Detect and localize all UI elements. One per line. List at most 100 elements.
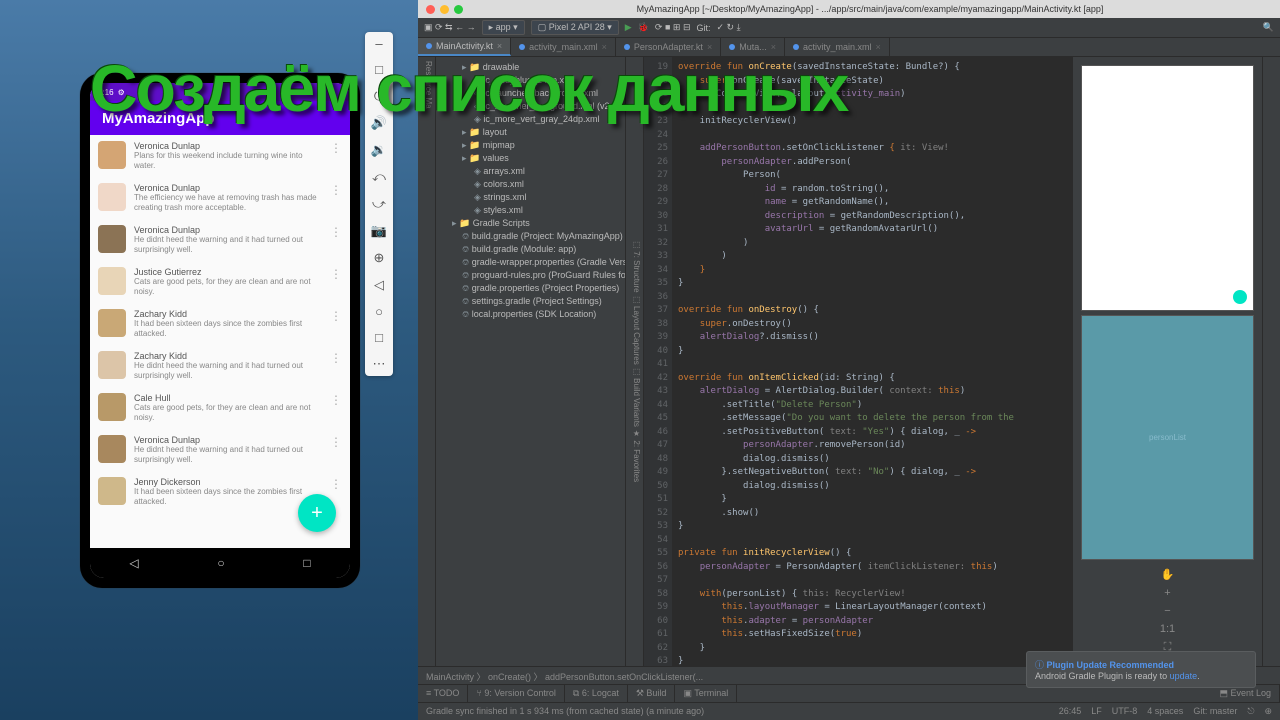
- notification-balloon[interactable]: ⓘ Plugin Update Recommended Android Grad…: [1026, 651, 1256, 688]
- debug-icon[interactable]: 🐞: [638, 22, 649, 33]
- status-cell[interactable]: Git: master: [1193, 706, 1237, 717]
- camera-icon[interactable]: 📷: [371, 223, 387, 239]
- close-window-icon[interactable]: [426, 5, 435, 14]
- avatar: [98, 141, 126, 169]
- volume-down-icon[interactable]: 🔉: [371, 142, 387, 158]
- contact-name: Veronica Dunlap: [134, 435, 322, 445]
- more-icon[interactable]: ⋯: [373, 356, 386, 372]
- contact-list[interactable]: Veronica DunlapPlans for this weekend in…: [90, 135, 350, 548]
- left-tool-stripe[interactable]: Resource Ma: [418, 57, 436, 666]
- tree-item[interactable]: ▸ 📁 mipmap: [438, 139, 623, 152]
- module-selector[interactable]: ▸ app ▾: [482, 20, 525, 35]
- device-selector[interactable]: ▢ Pixel 2 API 28 ▾: [531, 20, 619, 35]
- more-vert-icon[interactable]: ⋮: [330, 309, 342, 339]
- bottom-tab[interactable]: ≡ TODO: [418, 685, 468, 702]
- folder-icon: ▸ 📁: [462, 127, 480, 137]
- structure-stripe[interactable]: ⬚ 7: Structure ⬚ Layout Captures ⬚ Build…: [626, 57, 644, 666]
- bottom-tab[interactable]: ⚒ Build: [628, 685, 676, 702]
- tree-item[interactable]: ▸ 📁 Gradle Scripts: [438, 217, 623, 230]
- xml-icon: ◈: [474, 192, 481, 202]
- rotate-right-icon[interactable]: ⤻: [372, 196, 386, 212]
- status-cell[interactable]: 26:45: [1059, 706, 1082, 717]
- tree-item[interactable]: ⎊ settings.gradle (Project Settings): [438, 295, 623, 308]
- home-icon[interactable]: ○: [375, 304, 383, 319]
- more-vert-icon[interactable]: ⋮: [330, 267, 342, 297]
- rotate-left-icon[interactable]: ⤺: [372, 169, 386, 185]
- tree-item[interactable]: ⎊ build.gradle (Module: app): [438, 243, 623, 256]
- tree-item[interactable]: ⎊ proguard-rules.pro (ProGuard Rules for: [438, 269, 623, 282]
- window-titlebar[interactable]: MyAmazingApp [~/Desktop/MyAmazingApp] - …: [418, 0, 1280, 18]
- xml-icon: ◈: [474, 166, 481, 176]
- maximize-window-icon[interactable]: [454, 5, 463, 14]
- back-icon[interactable]: ◁: [374, 277, 384, 293]
- gradle-icon: ⎊: [462, 257, 469, 267]
- more-vert-icon[interactable]: ⋮: [330, 393, 342, 423]
- tree-item[interactable]: ⎊ gradle-wrapper.properties (Gradle Vers: [438, 256, 623, 269]
- more-vert-icon[interactable]: ⋮: [330, 351, 342, 381]
- bottom-tab[interactable]: ▣ Terminal: [675, 685, 737, 702]
- list-item[interactable]: Cale HullCats are good pets, for they ar…: [90, 387, 350, 429]
- notif-body: Android Gradle Plugin is ready to: [1035, 671, 1167, 681]
- tree-item[interactable]: ▸ 📁 layout: [438, 126, 623, 139]
- file-icon: [426, 43, 432, 49]
- status-cell[interactable]: LF: [1091, 706, 1102, 717]
- back-icon[interactable]: ◁: [129, 556, 138, 570]
- status-cell[interactable]: 4 spaces: [1147, 706, 1183, 717]
- list-item[interactable]: Veronica DunlapThe efficiency we have at…: [90, 177, 350, 219]
- more-vert-icon[interactable]: ⋮: [330, 141, 342, 171]
- code-content[interactable]: override fun onCreate(savedInstanceState…: [672, 57, 1072, 666]
- layout-preview[interactable]: personList ✋+−1:1⛶: [1072, 57, 1262, 666]
- home-icon[interactable]: ○: [217, 556, 224, 570]
- tree-item[interactable]: ◈ arrays.xml: [438, 165, 623, 178]
- notif-link[interactable]: update: [1170, 671, 1198, 681]
- project-tree[interactable]: ▸ 📁 drawable◈ ic_add_blue_24dp.xml◈ ic_l…: [436, 57, 626, 666]
- list-item[interactable]: Veronica DunlapHe didnt heed the warning…: [90, 429, 350, 471]
- list-item[interactable]: Zachary KiddIt had been sixteen days sin…: [90, 303, 350, 345]
- tree-item[interactable]: ◈ strings.xml: [438, 191, 623, 204]
- bottom-tab[interactable]: ⑂ 9: Version Control: [468, 685, 564, 702]
- status-cell[interactable]: ⎋: [1247, 706, 1254, 717]
- more-vert-icon[interactable]: ⋮: [330, 225, 342, 255]
- zoom-icon[interactable]: ⊕: [374, 250, 385, 266]
- avatar: [98, 309, 126, 337]
- tree-item[interactable]: ▸ 📁 values: [438, 152, 623, 165]
- contact-description: It had been sixteen days since the zombi…: [134, 487, 322, 507]
- status-cell[interactable]: UTF-8: [1112, 706, 1138, 717]
- avatar: [98, 225, 126, 253]
- preview-controls[interactable]: ✋+−1:1⛶: [1081, 564, 1254, 658]
- notif-title: Plugin Update Recommended: [1047, 660, 1175, 670]
- list-item[interactable]: Justice GutierrezCats are good pets, for…: [90, 261, 350, 303]
- contact-name: Zachary Kidd: [134, 309, 322, 319]
- ide-toolbar[interactable]: ▣ ⟳ ⇆ ← → ▸ app ▾ ▢ Pixel 2 API 28 ▾ ▶ 🐞…: [418, 18, 1280, 38]
- list-item[interactable]: Zachary KiddHe didnt heed the warning an…: [90, 345, 350, 387]
- folder-icon: ▸ 📁: [462, 140, 480, 150]
- minimize-window-icon[interactable]: [440, 5, 449, 14]
- status-cell[interactable]: ⊕: [1264, 706, 1272, 717]
- bottom-tab[interactable]: ⧉ 6: Logcat: [565, 685, 628, 702]
- preview-blueprint[interactable]: personList: [1081, 315, 1254, 561]
- tree-item[interactable]: ⎊ gradle.properties (Project Properties): [438, 282, 623, 295]
- git-icons[interactable]: ✓ ↻ ⤓: [717, 22, 741, 33]
- right-tool-stripe[interactable]: [1262, 57, 1280, 666]
- list-item[interactable]: Veronica DunlapHe didnt heed the warning…: [90, 219, 350, 261]
- tree-item[interactable]: ◈ styles.xml: [438, 204, 623, 217]
- list-item[interactable]: Veronica DunlapPlans for this weekend in…: [90, 135, 350, 177]
- recent-icon[interactable]: □: [303, 556, 310, 570]
- gradle-icon: ⎊: [462, 231, 469, 241]
- tree-item[interactable]: ◈ colors.xml: [438, 178, 623, 191]
- gradle-icon: ⎊: [462, 309, 469, 319]
- more-vert-icon[interactable]: ⋮: [330, 435, 342, 465]
- overview-icon[interactable]: □: [375, 330, 383, 345]
- more-vert-icon[interactable]: ⋮: [330, 183, 342, 213]
- minimize-icon[interactable]: –: [375, 36, 382, 51]
- add-fab[interactable]: +: [298, 494, 336, 532]
- toolbar-icons[interactable]: ▣ ⟳ ⇆ ← →: [424, 22, 476, 33]
- tree-item[interactable]: ⎊ local.properties (SDK Location): [438, 308, 623, 321]
- toolbar-more[interactable]: ⟳ ■ ⊞ ⊟: [655, 22, 691, 33]
- code-editor[interactable]: 19 20 21 22 23 24 25 26 27 28 29 30 31 3…: [644, 57, 1072, 666]
- tree-item[interactable]: ⎊ build.gradle (Project: MyAmazingApp): [438, 230, 623, 243]
- git-label[interactable]: Git:: [696, 23, 710, 33]
- android-nav-bar[interactable]: ◁ ○ □: [90, 548, 350, 578]
- run-icon[interactable]: ▶: [625, 22, 632, 33]
- search-icon[interactable]: 🔍: [1263, 22, 1274, 33]
